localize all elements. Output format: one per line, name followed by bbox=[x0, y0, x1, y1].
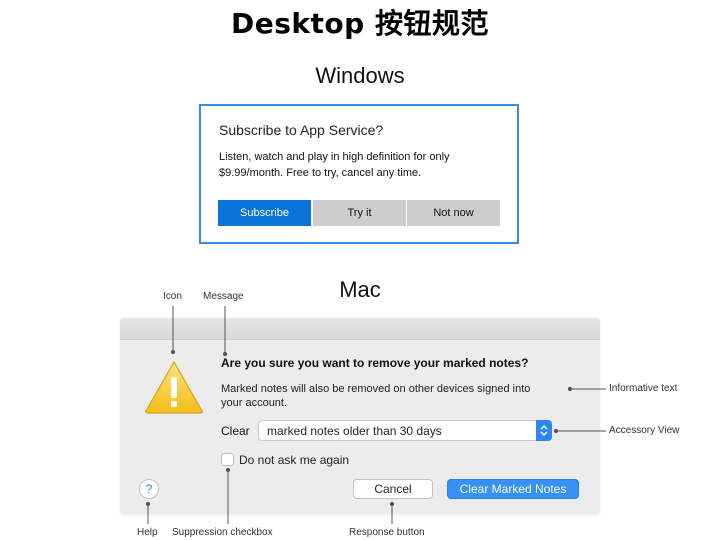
annotation-suppression-checkbox: Suppression checkbox bbox=[172, 527, 273, 538]
annotation-dot-message bbox=[222, 351, 228, 357]
annotation-accessory-view: Accessory View bbox=[609, 425, 680, 436]
annotation-message: Message bbox=[203, 291, 244, 302]
annotation-dot-help bbox=[145, 501, 151, 507]
annotation-dot-suppression bbox=[225, 467, 231, 473]
annotation-icon: Icon bbox=[163, 291, 182, 302]
annotation-dot-informative bbox=[567, 386, 573, 392]
annotation-dot-accessory bbox=[553, 428, 559, 434]
annotation-lines bbox=[145, 306, 606, 524]
annotation-help: Help bbox=[137, 527, 158, 538]
annotation-dot-response bbox=[389, 501, 395, 507]
annotation-response-button: Response button bbox=[349, 527, 425, 538]
annotation-informative-text: Informative text bbox=[609, 383, 678, 394]
annotation-dot-icon bbox=[170, 349, 176, 355]
